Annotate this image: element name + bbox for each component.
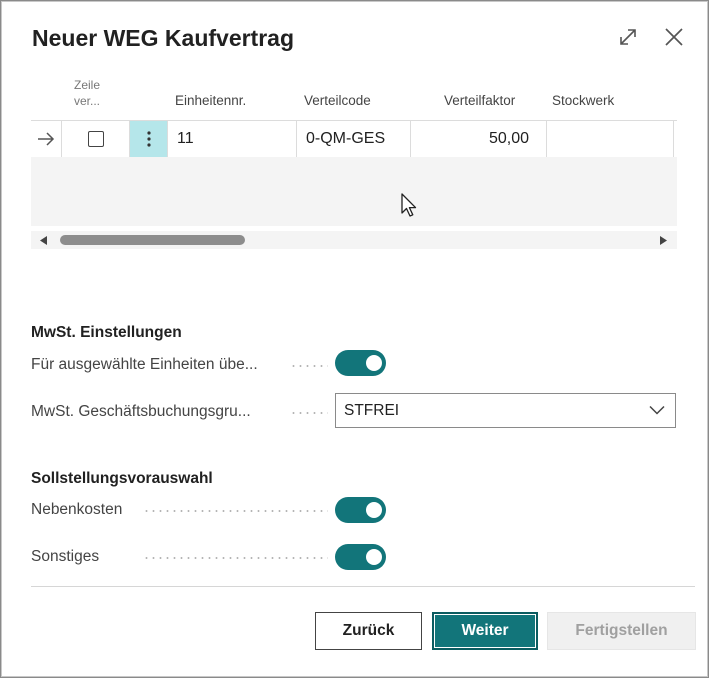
section-preselection-heading: Sollstellungsvorauswahl: [31, 470, 213, 487]
toggle-knob: [366, 549, 382, 565]
cell-dist-code[interactable]: 0-QM-GES: [296, 121, 410, 157]
close-icon-glyph: [665, 28, 683, 46]
column-header-select-line1: Zeile: [73, 78, 100, 92]
column-header-dist-factor[interactable]: Verteilfaktor: [444, 93, 515, 108]
column-header-select[interactable]: Zeile ver...: [67, 77, 107, 109]
row-select-checkbox[interactable]: [87, 131, 104, 147]
field-leader-dots: [290, 365, 328, 367]
footer-divider: [31, 586, 695, 587]
expand-icon-glyph: [620, 29, 636, 45]
column-header-select-line2: ver...: [73, 94, 100, 108]
toggle-knob: [366, 502, 382, 518]
vat-posting-group-value: STFREI: [344, 401, 400, 419]
field-leader-dots: [290, 412, 328, 414]
lines-grid: Zeile ver... Einheitennr. Verteilcode Ve…: [31, 77, 677, 252]
triangle-left-icon[interactable]: [40, 236, 48, 245]
ancillary-costs-label: Nebenkosten: [31, 501, 123, 518]
table-row[interactable]: 11 0-QM-GES 50,00: [31, 120, 677, 158]
row-select-cell: [61, 121, 129, 157]
vat-apply-label: Für ausgewählte Einheiten übe...: [31, 356, 258, 373]
dialog-title: Neuer WEG Kaufvertrag: [32, 25, 295, 51]
field-leader-dots: [143, 510, 328, 512]
toggle-knob: [366, 355, 382, 371]
chevron-down-icon: [649, 405, 665, 415]
other-toggle[interactable]: [335, 544, 386, 570]
other-label: Sonstiges: [31, 548, 100, 565]
vat-apply-toggle[interactable]: [335, 350, 386, 376]
column-header-dist-code[interactable]: Verteilcode: [304, 93, 371, 108]
vat-posting-group-label: MwSt. Geschäftsbuchungsgru...: [31, 403, 251, 420]
close-icon[interactable]: [661, 24, 687, 50]
scrollbar-thumb[interactable]: [60, 235, 245, 245]
arrow-right-icon: [31, 121, 61, 157]
horizontal-scrollbar[interactable]: [31, 231, 677, 249]
expand-icon[interactable]: [615, 24, 641, 50]
vertical-dots-icon[interactable]: [129, 121, 167, 157]
cell-unit[interactable]: 11: [167, 121, 296, 157]
column-header-unit[interactable]: Einheitennr.: [175, 93, 246, 108]
vat-posting-group-select[interactable]: STFREI: [335, 393, 676, 428]
field-leader-dots: [143, 557, 328, 559]
column-header-floor[interactable]: Stockwerk: [552, 93, 614, 108]
back-button[interactable]: Zurück: [315, 612, 422, 650]
vertical-dots-icon-glyph: [146, 131, 151, 147]
grid-empty-area: [31, 157, 677, 226]
arrow-right-icon-glyph: [38, 132, 55, 146]
triangle-right-icon[interactable]: [659, 236, 667, 245]
cell-dist-factor[interactable]: 50,00: [410, 121, 546, 157]
section-vat-heading: MwSt. Einstellungen: [31, 324, 182, 341]
ancillary-costs-toggle[interactable]: [335, 497, 386, 523]
next-button[interactable]: Weiter: [432, 612, 538, 650]
mouse-pointer-icon: [401, 193, 417, 217]
cell-floor[interactable]: [546, 121, 674, 157]
finish-button[interactable]: Fertigstellen: [547, 612, 696, 650]
